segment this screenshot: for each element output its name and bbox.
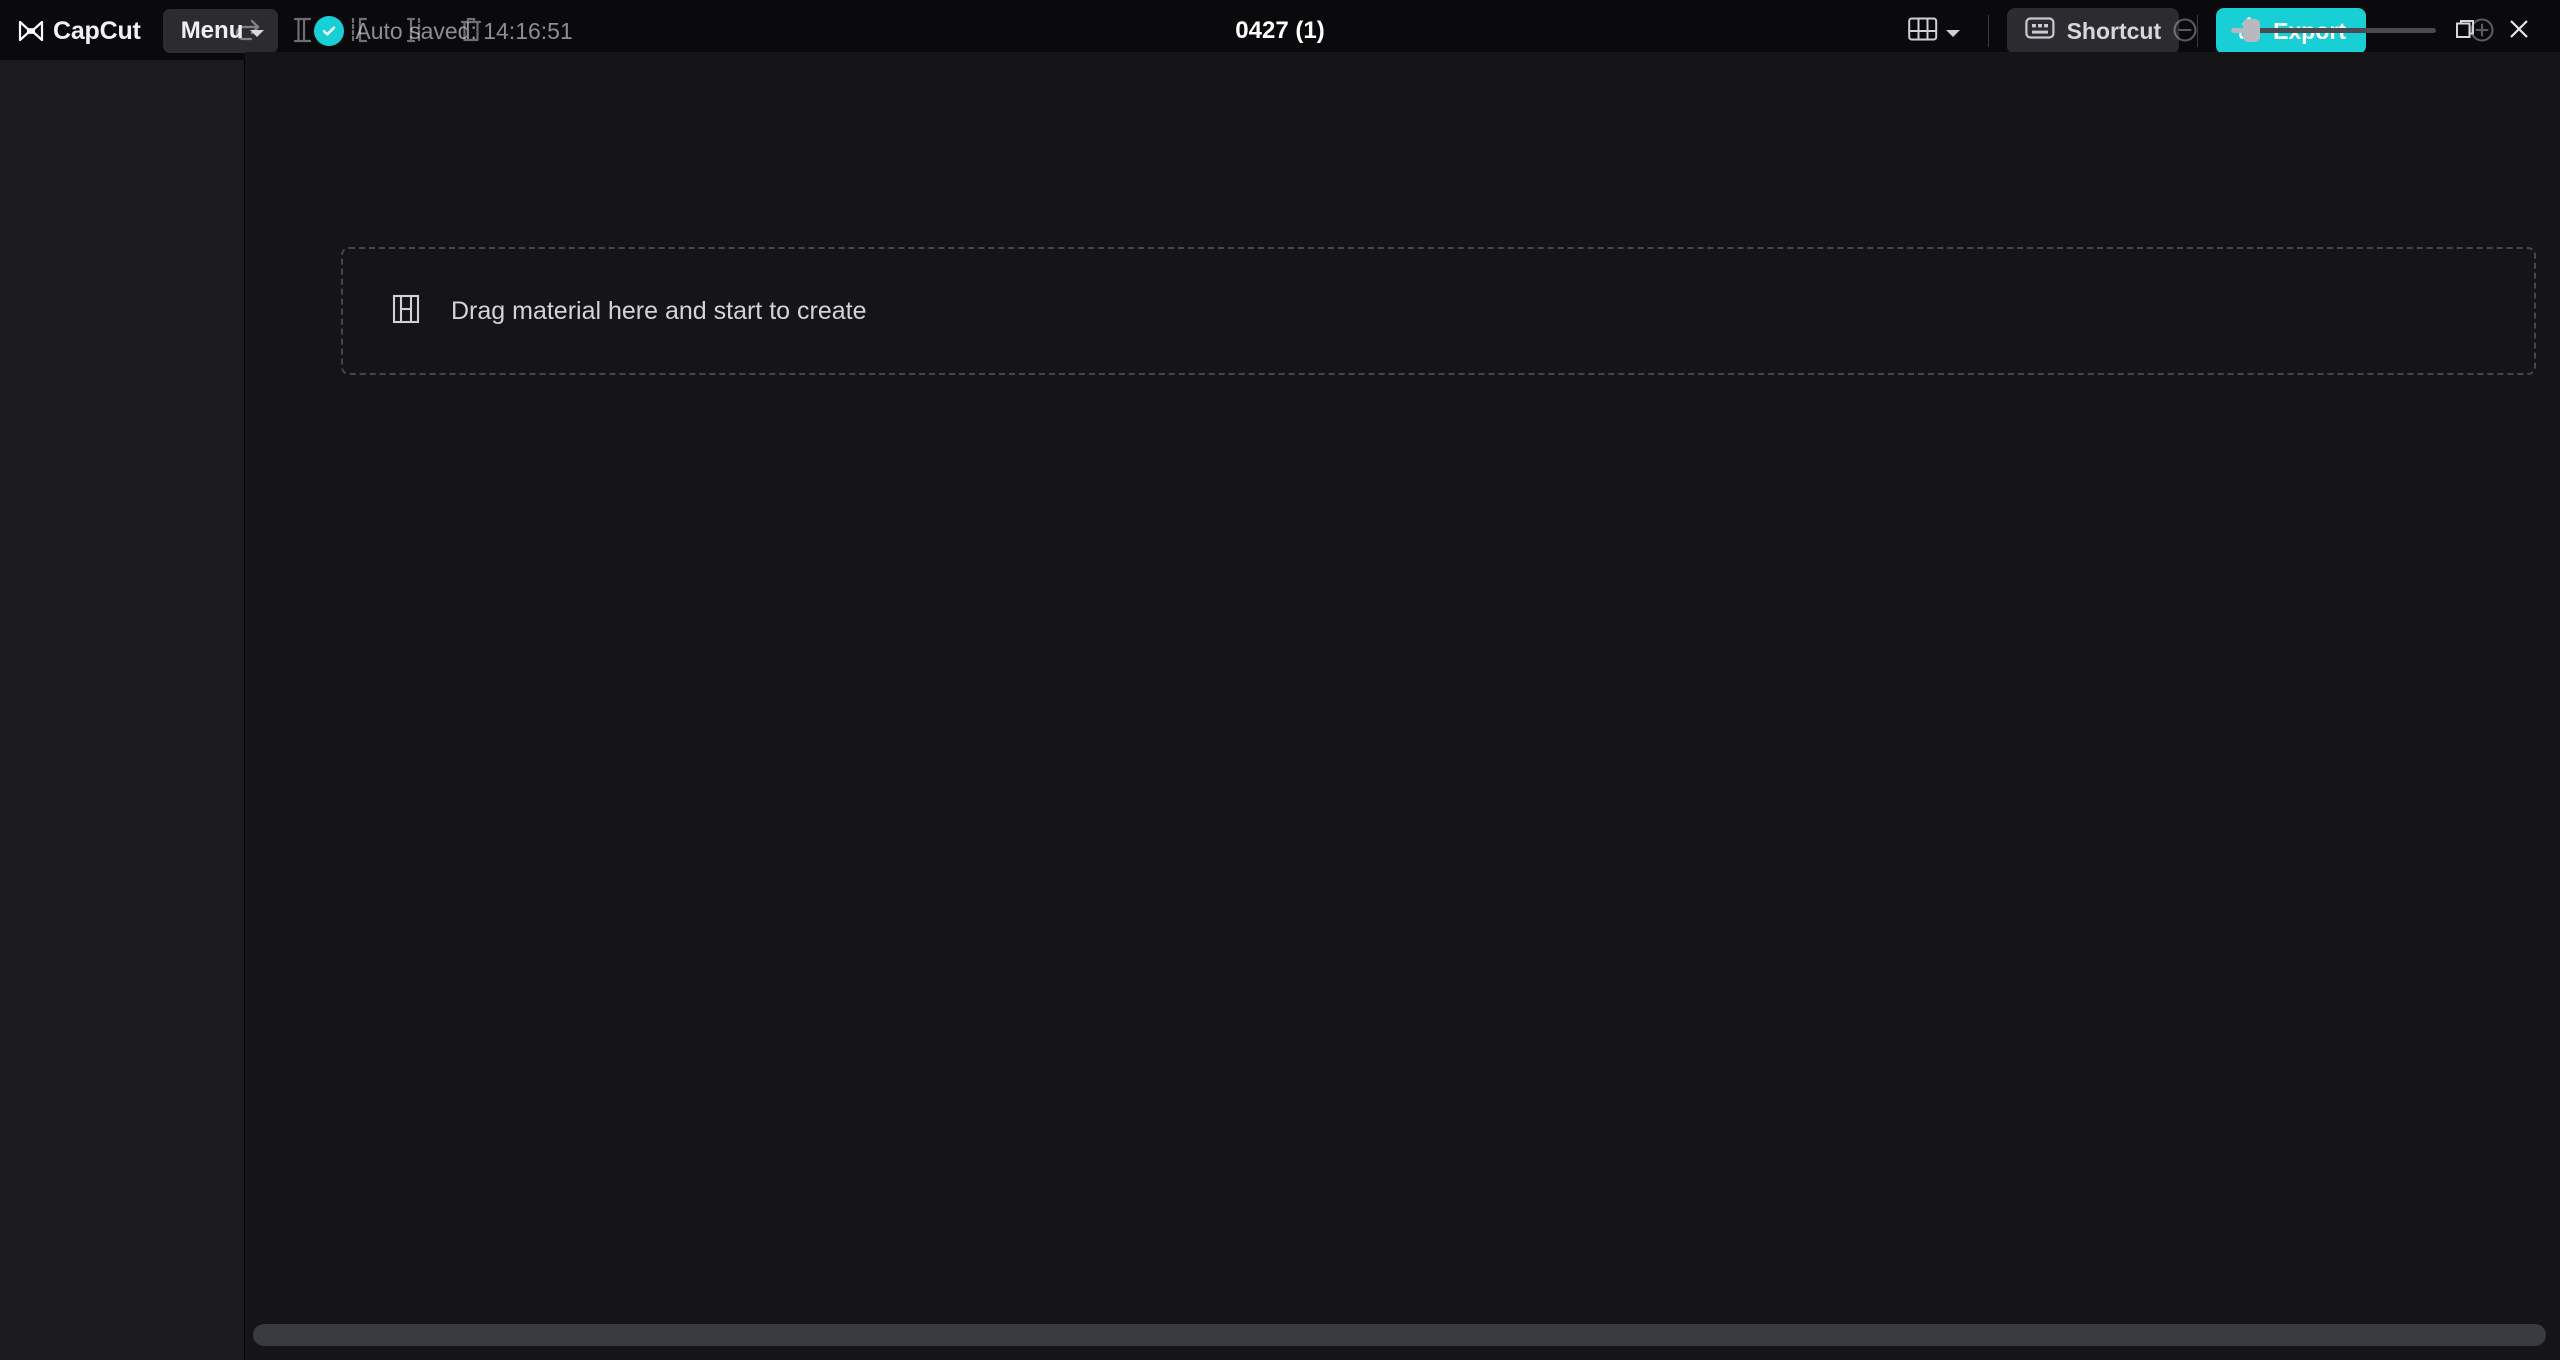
timeline-dropzone[interactable]: Drag material here and start to create [341,247,2536,375]
brand-name: CapCut [53,16,141,45]
titlebar-right-controls: Shortcut Export [1898,4,2560,58]
shortcut-button[interactable]: Shortcut [2006,8,2180,54]
shortcut-label: Shortcut [2066,17,2162,44]
app-brand: CapCut [18,17,141,46]
timeline-dropzone-text: Drag material here and start to create [451,296,867,325]
zoom-slider[interactable] [2231,18,2436,42]
timeline-canvas[interactable]: Drag material here and start to create [245,52,2560,1360]
keyboard-icon [2024,16,2055,46]
film-strip-icon [389,294,423,329]
close-button[interactable] [2492,4,2546,58]
layout-grid-button[interactable] [1898,8,1970,55]
capcut-logo-icon [18,20,44,42]
zoom-slider-handle[interactable] [2243,18,2260,42]
timeline-panel: 00:00 00:03 00:06 00:09 00:12 [0,0,2560,1360]
check-circle-icon [314,16,345,46]
divider [1987,15,1989,47]
chevron-down-icon [1945,29,1960,37]
timeline-track-header [0,60,245,1360]
close-icon [2506,16,2532,47]
layout-grid-icon [1907,16,1938,47]
